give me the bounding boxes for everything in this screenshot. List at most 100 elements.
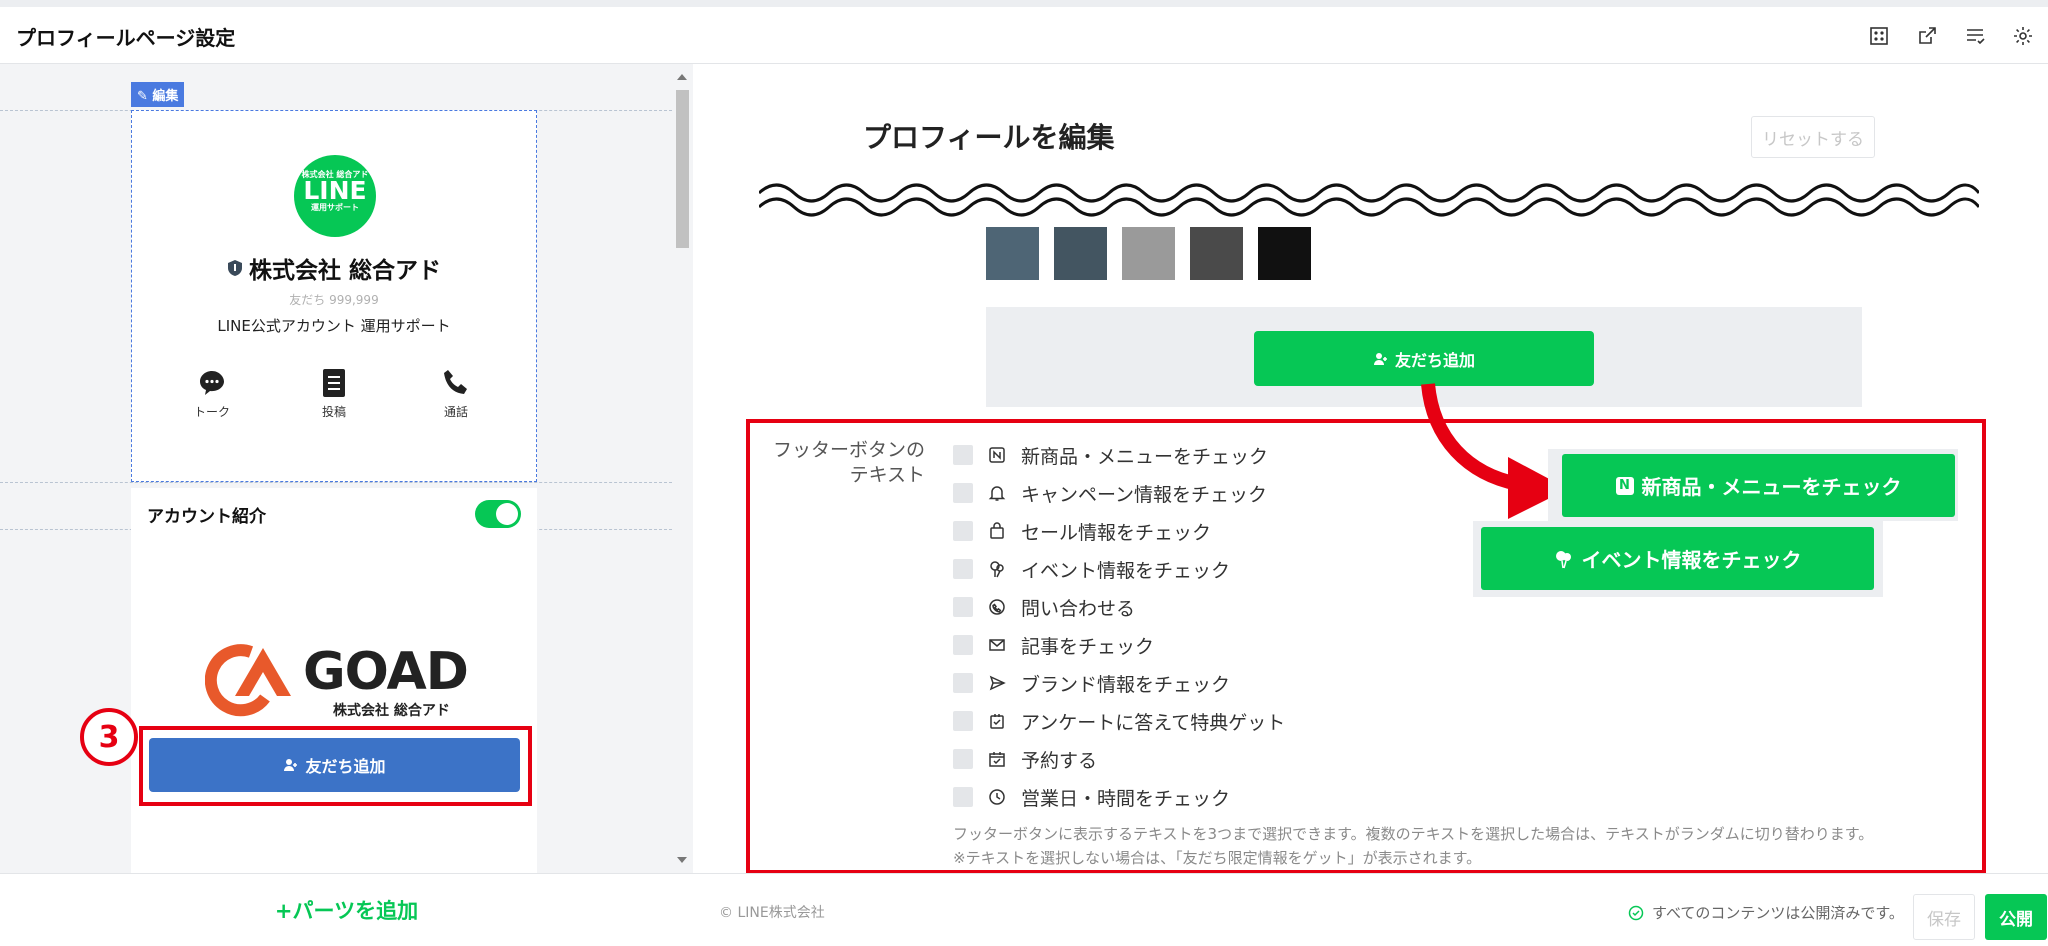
add-friend-icon <box>1373 352 1387 365</box>
external-link-icon[interactable] <box>1914 23 1940 49</box>
option-label: キャンペーン情報をチェック <box>1021 483 1268 506</box>
color-swatch[interactable] <box>1122 227 1175 280</box>
preview-button-label: イベント情報をチェック <box>1581 548 1802 572</box>
add-parts-button[interactable]: +パーツを追加 <box>0 873 693 946</box>
reset-button[interactable]: リセットする <box>1751 116 1875 158</box>
footer-option[interactable]: 予約する <box>953 740 1285 778</box>
option-checkbox[interactable] <box>953 673 973 693</box>
color-swatch[interactable] <box>1190 227 1243 280</box>
color-swatch[interactable] <box>1258 227 1311 280</box>
preview-footer-button[interactable]: N 新商品・メニューをチェック <box>1562 454 1955 517</box>
goad-mark-icon <box>204 644 291 717</box>
edit-title: プロフィールを編集 <box>863 121 1115 154</box>
profile-card[interactable]: 株式会社 総合アド LINE 運用サポート 株式会社 総合アド 友だち 999,… <box>131 110 537 482</box>
chat-icon <box>196 367 228 399</box>
option-checkbox[interactable] <box>953 635 973 655</box>
message-phone-icon <box>987 597 1007 617</box>
color-swatch[interactable] <box>986 227 1039 280</box>
action-buttons: トーク 投稿 通話 <box>172 367 496 420</box>
add-friend-icon <box>284 759 298 771</box>
footer-option[interactable]: 記事をチェック <box>953 626 1285 664</box>
option-label: アンケートに答えて特典ゲット <box>1021 711 1286 734</box>
add-friend-preview-button[interactable]: 友だち追加 <box>1254 331 1594 386</box>
gear-icon[interactable] <box>2010 23 2036 49</box>
color-swatches <box>986 227 1311 280</box>
mail-icon <box>987 635 1007 655</box>
option-checkbox[interactable] <box>953 521 973 541</box>
note-line: ※テキストを選択しない場合は、「友だち限定情報をゲット」が表示されます。 <box>953 849 1482 867</box>
footer-option[interactable]: キャンペーン情報をチェック <box>953 474 1285 512</box>
account-intro-toggle[interactable] <box>475 500 521 528</box>
action-post[interactable]: 投稿 <box>294 367 374 420</box>
option-label: 予約する <box>1021 749 1098 772</box>
header-toolbar <box>1866 23 2036 49</box>
add-friend-label: 友だち追加 <box>1394 350 1475 370</box>
scroll-up-icon[interactable] <box>677 74 687 80</box>
option-checkbox[interactable] <box>953 711 973 731</box>
footer-option[interactable]: ブランド情報をチェック <box>953 664 1285 702</box>
calendar-check-icon <box>987 749 1007 769</box>
action-call[interactable]: 通話 <box>416 367 496 420</box>
color-swatch[interactable] <box>1054 227 1107 280</box>
option-label: 問い合わせる <box>1021 597 1136 620</box>
option-label: 新商品・メニューをチェック <box>1021 445 1269 468</box>
edit-tag[interactable]: ✎ 編集 <box>131 82 185 107</box>
check-circle-icon <box>1628 905 1644 920</box>
preview-footer-button[interactable]: イベント情報をチェック <box>1481 527 1874 590</box>
footer-option[interactable]: アンケートに答えて特典ゲット <box>953 702 1285 740</box>
account-name-row: 株式会社 総合アド <box>132 251 536 285</box>
copyright: © LINE株式会社 <box>719 905 825 921</box>
list-check-icon[interactable] <box>1962 23 1988 49</box>
preview-panel: ✎ 編集 株式会社 総合アド LINE 運用サポート 株式会社 総合アド 友だち… <box>0 64 693 873</box>
clock-icon <box>987 787 1007 807</box>
footer-option[interactable]: イベント情報をチェック <box>953 550 1285 588</box>
account-logo: 株式会社 総合アド LINE 運用サポート <box>294 155 376 237</box>
option-checkbox[interactable] <box>953 749 973 769</box>
account-intro-label: アカウント紹介 <box>147 507 266 527</box>
add-friend-label: 友だち追加 <box>305 757 386 776</box>
option-label: ブランド情報をチェック <box>1021 673 1231 696</box>
account-description: LINE公式アカウント 運用サポート <box>217 317 451 335</box>
publish-button[interactable]: 公開 <box>1985 894 2047 940</box>
preview-button-label: 新商品・メニューをチェック <box>1641 475 1902 499</box>
footer-option[interactable]: セール情報をチェック <box>953 512 1285 550</box>
preview-scrollbar[interactable] <box>672 64 693 873</box>
footer-text-label: フッターボタンの テキスト <box>765 438 925 488</box>
option-checkbox[interactable] <box>953 483 973 503</box>
action-talk[interactable]: トーク <box>172 367 252 420</box>
scroll-down-icon[interactable] <box>677 857 687 863</box>
action-label: トーク <box>193 405 230 419</box>
footer-option[interactable]: 営業日・時間をチェック <box>953 778 1285 816</box>
option-checkbox[interactable] <box>953 445 973 465</box>
publish-status: すべてのコンテンツは公開済みです。 <box>1628 902 1904 923</box>
shopping-bag-icon <box>987 521 1007 541</box>
footer-label-line: テキスト <box>849 464 925 486</box>
page-title: プロフィールページ設定 <box>16 26 236 50</box>
option-label: イベント情報をチェック <box>1021 559 1231 582</box>
footer-option[interactable]: 新商品・メニューをチェック <box>953 436 1285 474</box>
page-header: プロフィールページ設定 <box>0 0 2048 64</box>
action-label: 通話 <box>443 405 468 419</box>
grid-icon[interactable] <box>1866 23 1892 49</box>
option-label: 営業日・時間をチェック <box>1021 787 1231 810</box>
add-friend-button[interactable]: 友だち追加 <box>149 738 520 792</box>
footer-label-line: フッターボタンの <box>772 439 925 461</box>
option-checkbox[interactable] <box>953 559 973 579</box>
phone-icon <box>440 367 472 399</box>
goad-logo: GOAD 株式会社 総合アド <box>204 638 469 719</box>
option-checkbox[interactable] <box>953 787 973 807</box>
footer-note: フッターボタンに表示するテキストを3つまで選択できます。複数のテキストを選択した… <box>953 822 1873 870</box>
divider <box>0 482 672 483</box>
balloon-icon <box>987 559 1007 579</box>
option-checkbox[interactable] <box>953 597 973 617</box>
save-button[interactable]: 保存 <box>1913 894 1975 940</box>
goad-company: 株式会社 総合アド <box>333 703 450 719</box>
shield-icon <box>227 260 242 276</box>
footer-option[interactable]: 問い合わせる <box>953 588 1285 626</box>
option-label: 記事をチェック <box>1021 635 1155 658</box>
scroll-thumb[interactable] <box>676 90 689 248</box>
option-label: セール情報をチェック <box>1021 521 1212 544</box>
account-intro-card[interactable]: アカウント紹介 GOAD 株式会社 総合アド <box>131 488 537 873</box>
footer-bar: © LINE株式会社 すべてのコンテンツは公開済みです。 保存 公開 <box>693 873 2048 946</box>
publish-status-text: すべてのコンテンツは公開済みです。 <box>1652 904 1904 922</box>
